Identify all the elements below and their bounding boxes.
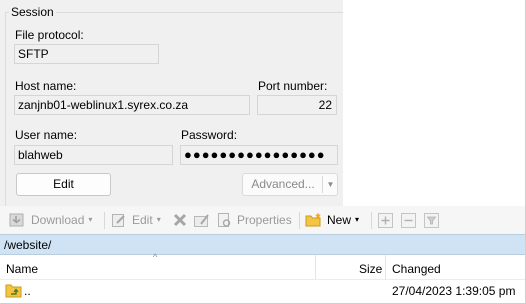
password-field[interactable]: ●●●●●●●●●●●●●●●● xyxy=(180,145,338,165)
toolbar-separator xyxy=(299,212,300,229)
edit-button[interactable]: Edit xyxy=(16,173,111,196)
user-name-field[interactable]: blahweb xyxy=(14,145,173,165)
delete-button xyxy=(172,206,188,234)
advanced-dropdown-caret: ▼ xyxy=(322,176,338,193)
remote-panel-toolbar: Download ▾ Edit ▾ Properties New ▾ xyxy=(0,206,526,234)
host-name-label: Host name: xyxy=(15,79,77,93)
column-header-name[interactable]: Name xyxy=(6,262,38,276)
filter-icon xyxy=(424,212,439,228)
column-header-changed[interactable]: Changed xyxy=(392,262,441,276)
sort-ascending-icon: ^ xyxy=(153,252,158,262)
toolbar-separator xyxy=(371,212,372,229)
edit-dropdown-icon: ▾ xyxy=(156,215,161,224)
delete-icon xyxy=(173,213,187,227)
advanced-button-label: Advanced... xyxy=(251,177,315,191)
current-path: /website/ xyxy=(4,238,52,252)
file-protocol-field[interactable]: SFTP xyxy=(14,44,159,64)
rename-button xyxy=(193,206,211,234)
path-bar[interactable]: /website/ xyxy=(0,234,526,255)
rename-icon xyxy=(194,214,209,227)
file-name: .. xyxy=(24,284,31,298)
new-dropdown-icon: ▾ xyxy=(355,215,360,224)
parent-folder-icon xyxy=(5,284,22,298)
file-changed: 27/04/2023 1:39:05 pm xyxy=(392,284,516,298)
new-button[interactable]: New ▾ xyxy=(305,206,359,234)
properties-icon xyxy=(218,213,231,227)
column-divider[interactable] xyxy=(385,255,386,279)
download-label: Download xyxy=(31,213,85,227)
session-legend: Session xyxy=(9,5,56,19)
download-dropdown-icon: ▾ xyxy=(88,215,93,224)
properties-button: Properties xyxy=(216,206,292,234)
header-divider xyxy=(0,279,526,280)
file-list[interactable]: ^ Name Size Changed .. 27/04/2023 1:39:0… xyxy=(0,252,526,304)
plus-icon xyxy=(378,212,393,228)
table-row[interactable]: .. 27/04/2023 1:39:05 pm xyxy=(0,281,526,301)
port-number-label: Port number: xyxy=(258,79,328,93)
remove-button xyxy=(401,206,416,234)
edit-file-label: Edit xyxy=(132,213,153,227)
add-button xyxy=(378,206,393,234)
host-name-field[interactable]: zanjnb01-weblinux1.syrex.co.za xyxy=(14,95,250,115)
user-name-label: User name: xyxy=(15,128,78,142)
port-number-field[interactable]: 22 xyxy=(257,95,337,115)
properties-label: Properties xyxy=(237,213,292,227)
file-protocol-label: File protocol: xyxy=(15,28,84,42)
toolbar-separator xyxy=(104,212,105,229)
filter-button xyxy=(424,206,439,234)
download-icon xyxy=(9,213,24,227)
password-label: Password: xyxy=(181,128,238,142)
column-divider[interactable] xyxy=(315,255,316,279)
session-panel: Session File protocol: SFTP Host name: z… xyxy=(0,0,343,209)
download-button: Download ▾ xyxy=(8,206,92,234)
edit-file-button: Edit ▾ xyxy=(111,206,161,234)
edit-icon xyxy=(112,214,125,227)
new-folder-icon xyxy=(305,212,321,227)
minus-icon xyxy=(401,212,416,228)
column-header-size[interactable]: Size xyxy=(359,262,382,276)
new-label: New xyxy=(327,213,352,227)
